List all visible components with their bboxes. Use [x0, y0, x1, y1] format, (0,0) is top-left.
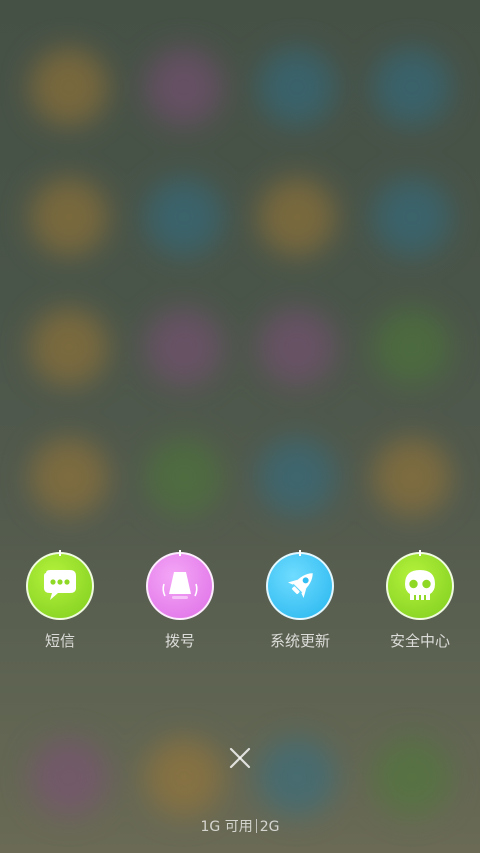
sms-bubble-icon [44, 570, 76, 600]
memory-status: 1G 可用 2G [0, 816, 480, 836]
memory-total: 2G [259, 819, 280, 835]
screen: 短信 拨号 系统更新 安全中心 1G 可用 2G [0, 0, 480, 853]
shortcut-sms[interactable]: 短信 [5, 550, 115, 662]
shortcut-label: 拨号 [164, 632, 195, 650]
close-icon [229, 747, 251, 769]
shortcut-security-center[interactable]: 安全中心 [365, 550, 475, 662]
memory-divider [255, 819, 257, 833]
security-center-button[interactable] [386, 550, 454, 620]
close-button[interactable] [222, 740, 258, 776]
sms-button[interactable] [26, 550, 94, 620]
shortcut-label: 安全中心 [389, 632, 450, 650]
blurred-home-screen [0, 0, 480, 853]
shortcut-label: 短信 [44, 632, 75, 650]
rocket-icon [287, 573, 313, 599]
phone-handset-icon [162, 572, 198, 599]
skull-shield-icon [405, 570, 435, 600]
shortcut-label: 系统更新 [269, 632, 330, 650]
shortcut-dialer[interactable]: 拨号 [125, 550, 235, 662]
system-update-button[interactable] [266, 550, 334, 620]
shortcut-system-update[interactable]: 系统更新 [245, 550, 355, 662]
dialer-button[interactable] [146, 550, 214, 620]
memory-available: 1G 可用 [200, 819, 253, 835]
